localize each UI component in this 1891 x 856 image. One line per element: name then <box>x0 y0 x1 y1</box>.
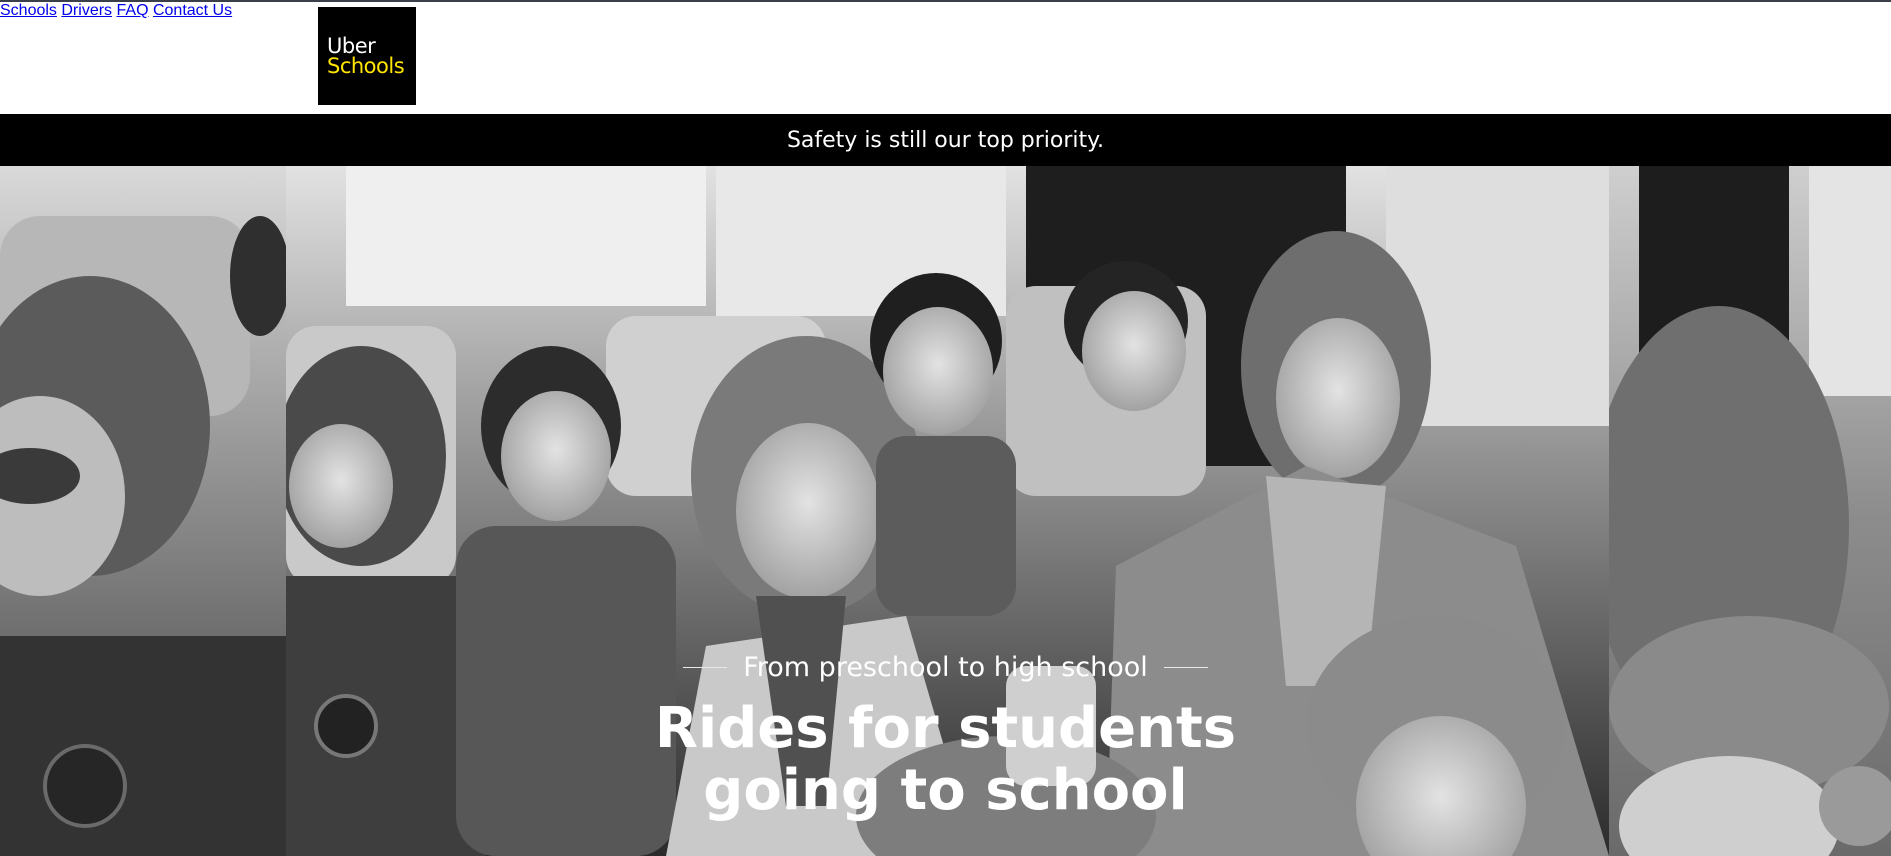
safety-banner-text: Safety is still our top priority. <box>786 127 1105 153</box>
uber-schools-logo[interactable]: Uber Schools <box>318 7 416 105</box>
nav-link-faq[interactable]: FAQ <box>117 2 149 19</box>
hero-photo-children-on-bus <box>286 166 1609 856</box>
site-header: Uber Schools Schools Drivers FAQ Contact… <box>0 2 1891 114</box>
hero-section: From preschool to high school Rides for … <box>0 166 1891 856</box>
nav-link-contact-us[interactable]: Contact Us <box>153 2 232 19</box>
logo-text-uber: Uber <box>327 34 376 58</box>
main-nav: Schools Drivers FAQ Contact Us <box>0 2 1891 20</box>
hero-photo-right-slide[interactable] <box>1609 166 1891 856</box>
nav-link-drivers[interactable]: Drivers <box>61 2 112 19</box>
safety-banner: Safety is still our top priority. <box>0 114 1891 166</box>
hero-photo-left-slide[interactable] <box>0 166 286 856</box>
nav-link-schools[interactable]: Schools <box>0 2 57 19</box>
logo-text-schools: Schools <box>327 54 405 78</box>
